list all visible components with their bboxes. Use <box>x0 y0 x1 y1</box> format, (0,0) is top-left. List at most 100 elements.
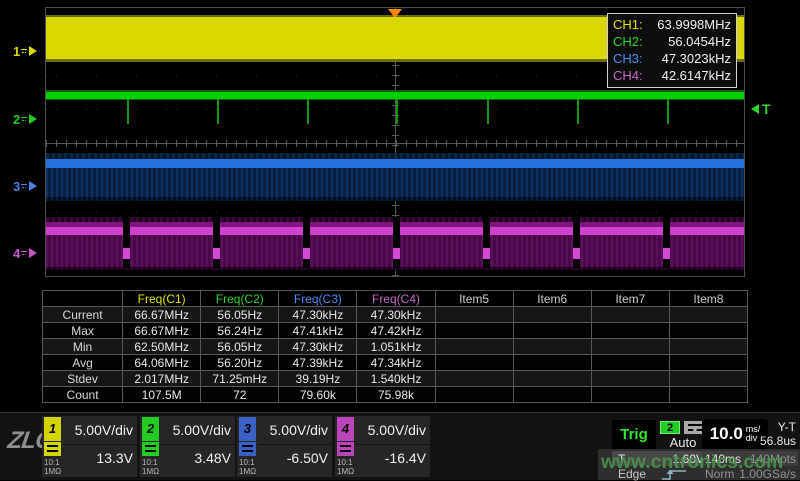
ch4-status-block[interactable]: 4 10:1 1MΩ 5.00V/div -16.4V <box>335 416 430 477</box>
table-cell: 56.05Hz <box>201 339 279 355</box>
ch3-marker-label: 3 <box>13 179 20 194</box>
ch2-position-marker[interactable]: 2 <box>13 112 37 126</box>
waveform-ch4-gap <box>573 217 580 268</box>
oscilloscope-screen: 1 2 3 4 T CH1: 63.9998MHz CH2: 56.0454Hz… <box>0 0 800 480</box>
table-cell: 62.50MHz <box>123 339 201 355</box>
ch1-probe-info: 10:1 1MΩ <box>44 458 61 476</box>
table-col-header-freq-c1[interactable]: Freq(C1) <box>123 291 201 307</box>
freq-row-ch3: CH3: 47.3023kHz <box>613 51 731 67</box>
table-cell: 2.017MHz <box>123 371 201 387</box>
freq-ch2-label: CH2: <box>613 34 643 50</box>
table-cell <box>669 355 747 371</box>
waveform-ch4-gap-pulse <box>123 248 130 259</box>
waveform-ch2-spike <box>127 99 129 124</box>
waveform-ch4-gap-pulse <box>393 248 400 259</box>
ch2-scale: 5.00V/div <box>173 422 231 438</box>
ch1-badge[interactable]: 1 <box>44 417 61 441</box>
table-col-header-freq-c2[interactable]: Freq(C2) <box>201 291 279 307</box>
ch2-impedance: 1MΩ <box>142 467 159 476</box>
table-cell: 64.06MHz <box>123 355 201 371</box>
ch1-probe-ratio: 10:1 <box>44 458 61 467</box>
waveform-ch4-gap <box>483 217 490 268</box>
trigger-source-badge[interactable]: 2 <box>660 421 680 434</box>
ch4-impedance: 1MΩ <box>337 467 354 476</box>
freq-ch2-value: 56.0454Hz <box>668 34 731 50</box>
ch2-dc-coupling-icon <box>142 442 159 456</box>
table-cell <box>435 387 513 403</box>
freq-ch4-label: CH4: <box>613 68 643 84</box>
freq-ch4-value: 42.6147kHz <box>662 68 731 84</box>
table-header-row: Freq(C1) Freq(C2) Freq(C3) Freq(C4) Item… <box>43 291 748 307</box>
waveform-ch4-gap <box>123 217 130 268</box>
ch1-scale: 5.00V/div <box>75 422 133 438</box>
ch4-marker-label: 4 <box>13 246 20 261</box>
table-col-header <box>43 291 123 307</box>
table-row-current: Current 66.67MHz 56.05Hz 47.30kHz 47.30k… <box>43 307 748 323</box>
trigger-level-marker[interactable]: T <box>751 101 771 117</box>
table-cell <box>513 323 591 339</box>
ch3-dc-coupling-icon <box>239 442 256 456</box>
table-cell <box>591 371 669 387</box>
waveform-ch2-spike <box>487 99 489 124</box>
watermark-text: www.cntronics.com <box>601 452 783 474</box>
waveform-ch4-gap <box>663 217 670 268</box>
waveform-ch4-gap-pulse <box>213 248 220 259</box>
ch2-probe-info: 10:1 1MΩ <box>142 458 159 476</box>
waveform-ch2-spike <box>396 99 398 124</box>
trigger-position-marker-icon[interactable] <box>388 9 402 18</box>
ground-icon <box>21 248 28 259</box>
table-cell <box>591 323 669 339</box>
ch2-badge[interactable]: 2 <box>142 417 159 441</box>
freq-row-ch2: CH2: 56.0454Hz <box>613 34 731 50</box>
waveform-ch2-spike <box>667 99 669 124</box>
table-cell: 56.20Hz <box>201 355 279 371</box>
table-col-header-item6[interactable]: Item6 <box>513 291 591 307</box>
ch3-status-block[interactable]: 3 10:1 1MΩ 5.00V/div -6.50V <box>237 416 332 477</box>
trigger-sweep-mode[interactable]: Auto <box>658 435 708 450</box>
table-cell <box>591 307 669 323</box>
ch3-impedance: 1MΩ <box>239 467 256 476</box>
table-col-header-item7[interactable]: Item7 <box>591 291 669 307</box>
timebase-scale-value: 10.0 <box>710 424 743 444</box>
row-label: Min <box>43 339 123 355</box>
ground-icon <box>21 114 28 125</box>
table-cell: 66.67MHz <box>123 323 201 339</box>
table-cell <box>591 355 669 371</box>
table-cell <box>435 307 513 323</box>
table-cell <box>669 307 747 323</box>
waveform-ch4-gap-pulse <box>573 248 580 259</box>
ch1-offset: 13.3V <box>96 450 133 466</box>
waveform-ch4-gap-pulse <box>483 248 490 259</box>
ch2-status-block[interactable]: 2 10:1 1MΩ 5.00V/div 3.48V <box>140 416 235 477</box>
row-label: Count <box>43 387 123 403</box>
table-row-count: Count 107.5M 72 79.60k 75.98k <box>43 387 748 403</box>
row-label: Current <box>43 307 123 323</box>
ch1-status-block[interactable]: 1 10:1 1MΩ 5.00V/div 13.3V <box>42 416 137 477</box>
ch4-position-marker[interactable]: 4 <box>13 246 37 260</box>
trigger-level-label: T <box>762 101 771 117</box>
table-col-header-freq-c4[interactable]: Freq(C4) <box>357 291 435 307</box>
table-col-header-item8[interactable]: Item8 <box>669 291 747 307</box>
table-col-header-freq-c3[interactable]: Freq(C3) <box>279 291 357 307</box>
table-col-header-item5[interactable]: Item5 <box>435 291 513 307</box>
table-cell <box>435 339 513 355</box>
ch1-position-marker[interactable]: 1 <box>13 44 37 58</box>
ch3-position-marker[interactable]: 3 <box>13 179 37 193</box>
table-cell <box>513 387 591 403</box>
freq-ch1-label: CH1: <box>613 17 643 33</box>
waveform-ch2-spike <box>217 99 219 124</box>
ch3-probe-ratio: 10:1 <box>239 458 256 467</box>
table-row-stdev: Stdev 2.017MHz 71.25mHz 39.19Hz 1.540kHz <box>43 371 748 387</box>
ch4-badge[interactable]: 4 <box>337 417 354 441</box>
waveform-ch4-gap-pulse <box>663 248 670 259</box>
waveform-ch4-gap <box>213 217 220 268</box>
ch3-scale: 5.00V/div <box>270 422 328 438</box>
waveform-ch2 <box>46 90 744 100</box>
ch3-badge[interactable]: 3 <box>239 417 256 441</box>
table-cell <box>669 387 747 403</box>
ground-icon <box>21 46 28 57</box>
trigger-status-title[interactable]: Trig <box>612 420 656 449</box>
waveform-ch3 <box>46 153 744 201</box>
waveform-ch4-gap <box>393 217 400 268</box>
table-cell: 47.30kHz <box>279 339 357 355</box>
